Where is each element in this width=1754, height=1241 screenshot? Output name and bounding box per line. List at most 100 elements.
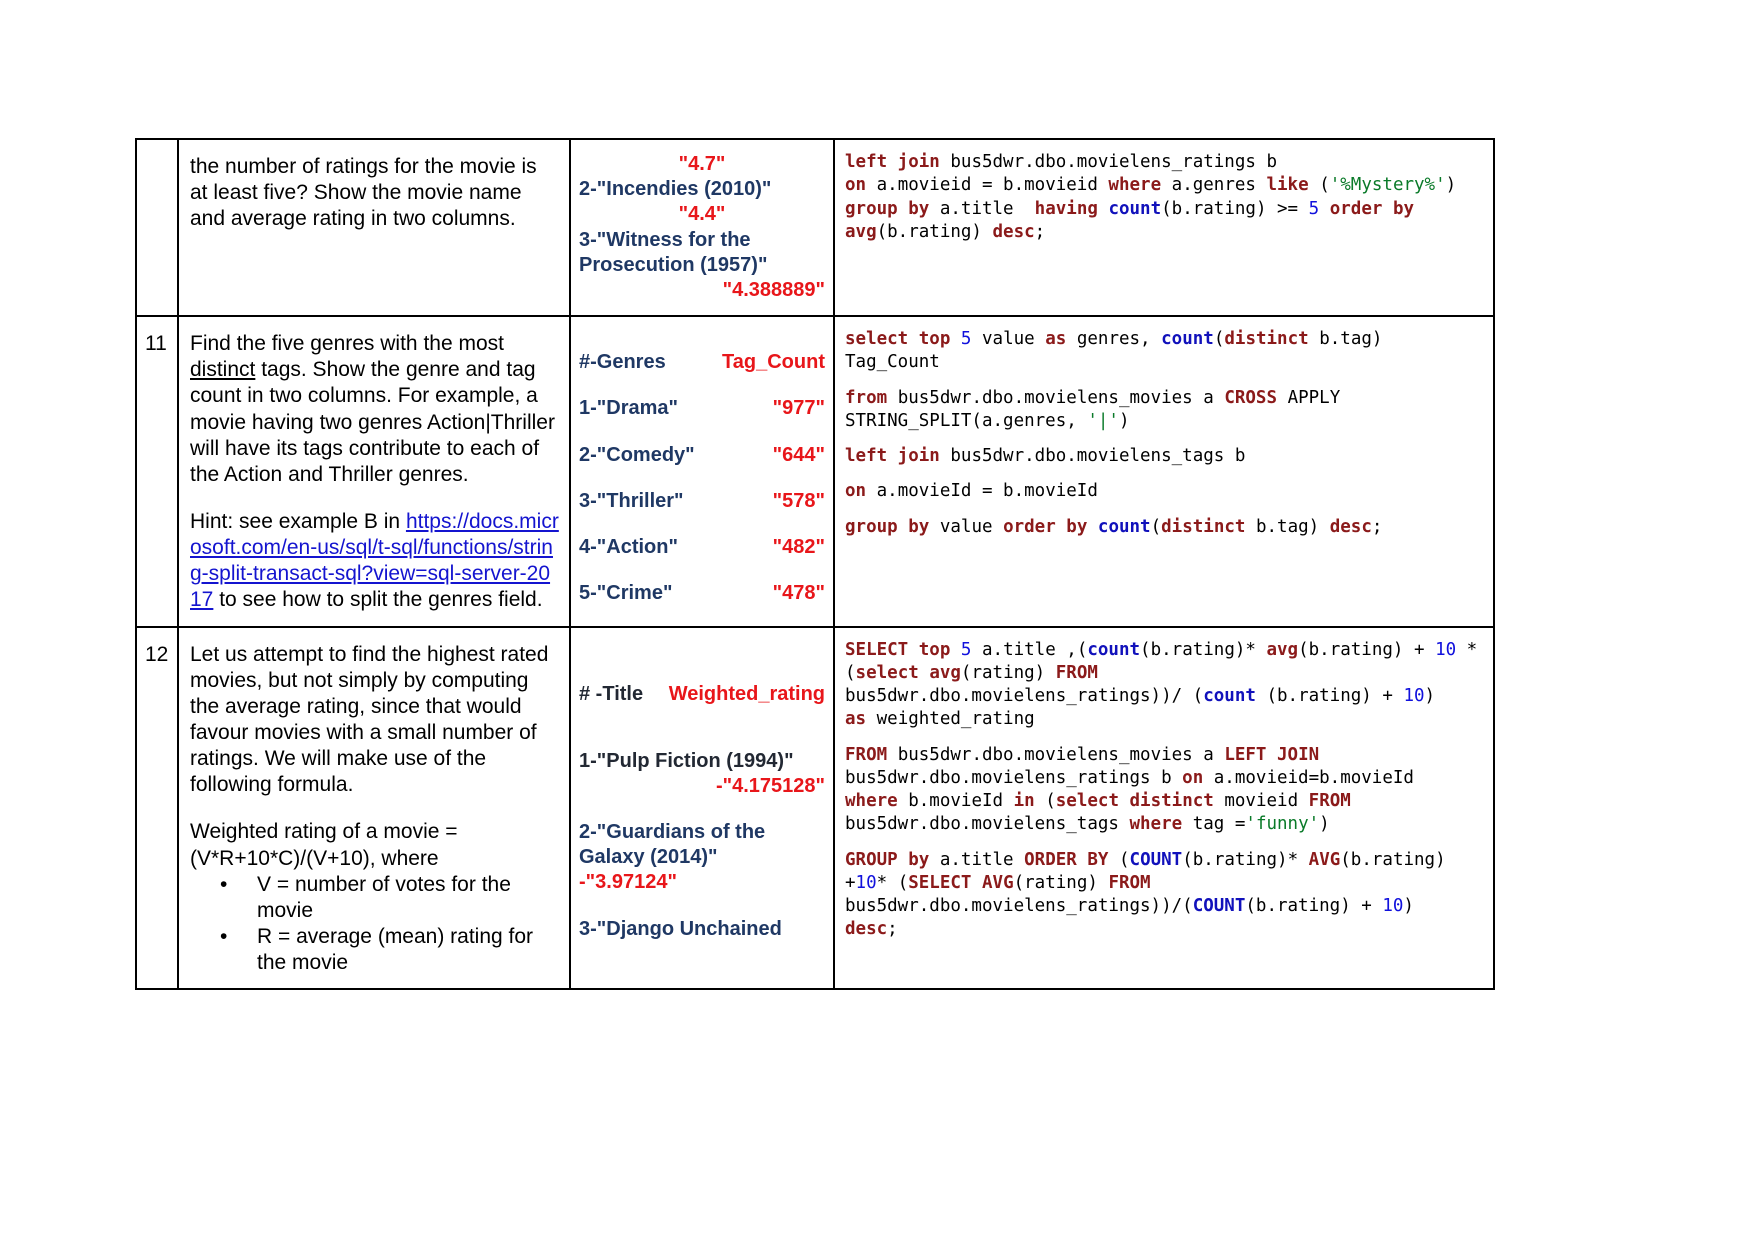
sql-plain: ( xyxy=(1045,791,1056,812)
question-text-container: Find the five genres with the most disti… xyxy=(179,317,569,625)
sql-plain: a.title ,( xyxy=(982,639,1088,660)
hint-prefix: Hint: see example B in xyxy=(190,509,406,533)
row-number: 11 xyxy=(145,332,167,356)
sql-keyword: like xyxy=(1266,175,1309,196)
sql-keyword: group by xyxy=(845,198,930,219)
sql-string: '|' xyxy=(1087,410,1119,431)
sql-keyword: SELECT top xyxy=(845,639,951,660)
sql-keyword: order by xyxy=(1003,516,1088,537)
sql-number: 10 xyxy=(1403,686,1425,707)
question-text-container: Let us attempt to find the highest rated… xyxy=(179,628,569,989)
result-title: 3-"Witness for the xyxy=(579,228,751,251)
sql-string: 'funny' xyxy=(1245,814,1320,835)
result-count: "578" xyxy=(772,489,825,512)
table-row: 12 Let us attempt to find the highest ra… xyxy=(135,625,1495,991)
sql-plain: bus5dwr.dbo.movielens_ratings b xyxy=(845,767,1172,788)
question-answer-sheet: the number of ratings for the movie is a… xyxy=(135,137,1495,991)
qa-table: the number of ratings for the movie is a… xyxy=(135,137,1495,991)
sql-plain: ( xyxy=(1150,516,1162,537)
sql-plain: ) xyxy=(1445,175,1457,196)
table-row: the number of ratings for the movie is a… xyxy=(135,137,1495,318)
table-row: 11 Find the five genres with the most di… xyxy=(135,315,1495,628)
sql-plain: genres, xyxy=(1076,329,1162,350)
row-number-cell: 12 xyxy=(135,625,179,991)
sql-keyword: SELECT xyxy=(908,872,972,893)
sql-code-block: SELECT top 5 a.title ,(count(b.rating)* … xyxy=(835,628,1493,952)
result-title: 2-"Incendies (2010)" xyxy=(579,178,772,201)
sql-function: count xyxy=(1108,198,1162,219)
result-value: "4.388889" xyxy=(722,278,825,301)
sql-keyword: desc xyxy=(992,221,1035,242)
question-text-container: the number of ratings for the movie is a… xyxy=(179,140,569,244)
sql-plain: bus5dwr.dbo.movielens_tags b xyxy=(950,446,1246,467)
sql-plain: tag = xyxy=(1192,814,1246,835)
sql-keyword: left join xyxy=(845,446,940,467)
sql-plain: (rating) xyxy=(1013,872,1109,893)
sql-function: COUNT xyxy=(1192,896,1246,917)
question-paragraph: the number of ratings for the movie is a… xyxy=(190,155,537,231)
row-number xyxy=(137,140,177,160)
result-row: 2-"Comedy" "644" xyxy=(579,443,825,468)
sql-keyword: as xyxy=(1045,329,1067,350)
sql-number: 5 xyxy=(960,639,972,660)
list-item: R = average (mean) rating for the movie xyxy=(190,924,559,976)
sql-plain: ; xyxy=(887,919,898,940)
sql-cell: SELECT top 5 a.title ,(count(b.rating)* … xyxy=(833,625,1495,991)
sql-keyword: group by xyxy=(845,516,930,537)
result-genre: 4-"Action" xyxy=(579,535,678,558)
sql-plain: ; xyxy=(1034,221,1046,242)
sql-keyword: avg xyxy=(1266,639,1299,660)
sql-plain: bus5dwr.dbo.movielens_movies a xyxy=(897,387,1225,408)
question-paragraph: Find the five genres with the most disti… xyxy=(190,332,555,486)
sql-keyword: desc xyxy=(1329,516,1372,537)
question-hint-paragraph: Hint: see example B in https://docs.micr… xyxy=(190,509,559,614)
sql-keyword: where xyxy=(1129,814,1183,835)
row-number-cell xyxy=(135,137,179,318)
result-value: "4.4" xyxy=(678,203,726,226)
sql-spacer xyxy=(845,837,1485,849)
sql-spacer xyxy=(845,468,1485,480)
sql-function: count xyxy=(1097,516,1151,537)
hint-suffix: to see how to split the genres field. xyxy=(213,588,543,612)
result-genre: 2-"Comedy" xyxy=(579,443,695,466)
sql-plain: a.movieid=b.movieId xyxy=(1213,767,1414,788)
sql-keyword: FROM xyxy=(1108,872,1151,893)
result-header-row: # -Title Weighted_rating xyxy=(579,682,825,707)
sql-plain: a.movieid = b.movieid xyxy=(876,175,1109,196)
sql-keyword: avg xyxy=(929,662,961,683)
sql-plain: bus5dwr.dbo.movielens_ratings))/ ( xyxy=(845,686,1204,707)
result-weighted-value: -"4.175128" xyxy=(715,774,825,797)
sql-keyword: ORDER BY xyxy=(1024,849,1109,870)
sql-cell: select top 5 value as genres, count(dist… xyxy=(833,315,1495,628)
sql-keyword: CROSS xyxy=(1224,387,1278,408)
sql-keyword: desc xyxy=(845,919,888,940)
sql-plain: value xyxy=(939,516,1004,537)
sql-keyword: on xyxy=(845,481,867,502)
document-page: the number of ratings for the movie is a… xyxy=(0,0,1754,1241)
sql-plain: b.tag) xyxy=(1245,516,1330,537)
result-count: "482" xyxy=(772,535,825,558)
row-number: 12 xyxy=(145,642,169,666)
result-movie-title: 1-"Pulp Fiction (1994)" xyxy=(579,749,794,772)
result-count: "478" xyxy=(772,582,825,605)
question-formula-paragraph: Weighted rating of a movie = (V*R+10*C)/… xyxy=(190,820,458,870)
sql-plain: (b.rating) >= xyxy=(1161,198,1309,219)
sql-number: 10 xyxy=(1435,639,1457,660)
result-count: "977" xyxy=(772,397,825,420)
sql-function: count xyxy=(1203,686,1256,707)
sql-keyword: LEFT JOIN xyxy=(1224,744,1320,765)
sql-plain: bus5dwr.dbo.movielens_movies a xyxy=(897,744,1225,765)
sql-keyword: where xyxy=(845,791,898,812)
sql-keyword: where xyxy=(1108,175,1162,196)
sql-plain: weighted_rating xyxy=(876,709,1035,730)
sql-spacer xyxy=(845,433,1485,445)
result-row: 5-"Crime" "478" xyxy=(579,581,825,606)
sql-plain: b.movieId xyxy=(908,791,1014,812)
sql-number: 5 xyxy=(1308,198,1320,219)
sql-plain: (b.rating)* xyxy=(1140,639,1267,660)
